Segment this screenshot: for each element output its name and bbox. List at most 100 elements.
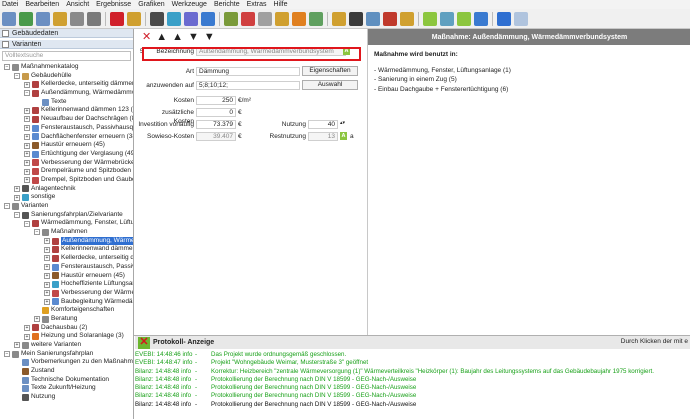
toolbar-button-icon[interactable] [70, 11, 84, 26]
toolbar-button-icon[interactable] [150, 11, 164, 26]
expand-icon[interactable]: + [24, 168, 30, 175]
expand-icon[interactable]: + [44, 290, 50, 297]
nutzung-spinner[interactable]: ▴▾ [340, 119, 345, 128]
sowieso-field[interactable]: 39.407 [196, 132, 236, 141]
tree-item[interactable]: + weitere Varianten [0, 341, 133, 350]
toolbar-button-icon[interactable] [275, 11, 289, 26]
toolbar-button-icon[interactable] [440, 11, 454, 26]
tree-item[interactable]: Vorbemerkungen zu den Maßnahmen [0, 358, 133, 367]
toolbar-button-icon[interactable] [258, 11, 272, 26]
toolbar-button-icon[interactable] [400, 11, 414, 26]
kosten-field[interactable]: 250 [196, 96, 236, 105]
tree-item[interactable]: + Anlagentechnik [0, 185, 133, 194]
collapse-icon[interactable]: − [4, 351, 10, 358]
expand-icon[interactable]: + [24, 151, 30, 158]
tree-item[interactable]: + Hocheffiziente Lüftungsanla [0, 280, 133, 289]
toolbar-button-icon[interactable] [349, 11, 363, 26]
expand-icon[interactable]: + [14, 342, 20, 349]
menu-item-5[interactable]: Werkzeuge [172, 0, 207, 9]
expand-icon[interactable]: + [44, 281, 50, 288]
tree-item[interactable]: Technische Dokumentation [0, 376, 133, 385]
tree-item[interactable]: − Gebäudehülle [0, 72, 133, 81]
move-first-icon[interactable]: ▲ [156, 30, 167, 44]
collapse-icon[interactable]: − [4, 203, 10, 210]
tree-item[interactable]: + Beratung [0, 315, 133, 324]
collapse-icon[interactable]: − [34, 229, 40, 236]
expand-icon[interactable]: + [24, 159, 30, 166]
toolbar-button-icon[interactable] [497, 11, 511, 26]
tree-item[interactable]: + Neuaufbau der Dachschrägen (8) [0, 115, 133, 124]
expand-icon[interactable]: + [24, 125, 30, 132]
menu-item-7[interactable]: Extras [247, 0, 267, 9]
auswahl-button[interactable]: Auswahl [302, 80, 358, 90]
toolbar-button-icon[interactable] [332, 11, 346, 26]
tree-item[interactable]: + Fensteraustausch, Passivhau [0, 263, 133, 272]
toolbar-button-icon[interactable] [19, 11, 33, 26]
toolbar-button-icon[interactable] [224, 11, 238, 26]
usage-item[interactable]: - Wärmedämmung, Fenster, Lüftungsanlage … [374, 66, 511, 75]
nutzung-field[interactable]: 40 [308, 120, 338, 129]
tree-item[interactable]: + Drempel, Spitzboden und Gaube h [0, 176, 133, 185]
tree-item[interactable]: + Fensteraustausch, Passivhausqualitä [0, 124, 133, 133]
menu-item-8[interactable]: Hilfe [273, 0, 287, 9]
expand-icon[interactable]: + [24, 333, 30, 340]
tree-item[interactable]: Komforteigenschaften [0, 306, 133, 315]
fulltext-search-input[interactable]: Volltextsuche [2, 51, 131, 61]
tree-item[interactable]: − Sanierungsfahrplan/Zielvariante [0, 211, 133, 220]
toolbar-button-icon[interactable] [53, 11, 67, 26]
tree-item[interactable]: + Ertüchtigung der Verglasung (49) [0, 150, 133, 159]
tree-item[interactable]: + Drempelräume und Spitzboden hin [0, 167, 133, 176]
tree-item[interactable]: + Kellerdecke, unterseitig däm [0, 254, 133, 263]
tree-item[interactable]: − Maßnahmen [0, 228, 133, 237]
toolbar-button-icon[interactable] [309, 11, 323, 26]
expand-icon[interactable]: + [24, 107, 30, 114]
restnutzung-field[interactable]: 13 [308, 132, 338, 141]
toolbar-button-icon[interactable] [241, 11, 255, 26]
expand-icon[interactable]: + [24, 324, 30, 331]
tree-item[interactable]: + Dachflächenfenster erneuern (38) [0, 133, 133, 142]
expand-icon[interactable]: + [34, 316, 40, 323]
toolbar-button-icon[interactable] [366, 11, 380, 26]
expand-icon[interactable]: + [44, 272, 50, 279]
expand-icon[interactable]: + [44, 298, 50, 305]
collapse-icon[interactable]: − [4, 64, 10, 71]
tree-item[interactable]: + Baubegleitung Wärmedämm [0, 298, 133, 307]
toolbar-button-icon[interactable] [167, 11, 181, 26]
tree-item[interactable]: + Haustür erneuern (45) [0, 272, 133, 281]
delete-icon[interactable]: ✕ [142, 30, 151, 44]
tree-item[interactable]: Nutzung [0, 393, 133, 402]
expand-icon[interactable]: + [24, 81, 30, 88]
expand-icon[interactable]: + [44, 255, 50, 262]
tree-item[interactable]: + Kellerinnenwand dämmen 123 (7) [0, 106, 133, 115]
menu-item-4[interactable]: Grafiken [138, 0, 164, 9]
expand-icon[interactable]: + [24, 177, 30, 184]
tree-item[interactable]: + Dachausbau (2) [0, 324, 133, 333]
tree-item[interactable]: Zustand [0, 367, 133, 376]
collapse-icon[interactable]: − [24, 220, 30, 227]
toolbar-button-icon[interactable] [457, 11, 471, 26]
tree-item[interactable]: + Heizung und Solaranlage (3) [0, 332, 133, 341]
toolbar-button-icon[interactable] [127, 11, 141, 26]
menu-item-2[interactable]: Ansicht [66, 0, 89, 9]
collapse-icon[interactable]: − [14, 212, 20, 219]
anzuwenden-field[interactable]: 5;8;10;12; [196, 81, 300, 90]
tree-item[interactable]: Texte [0, 98, 133, 107]
investition-field[interactable]: 73.379 [196, 120, 236, 129]
tree-item[interactable]: + Außendämmung, Wärmedä [0, 236, 133, 246]
tree-item[interactable]: − Maßnahmenkatalog [0, 63, 133, 72]
tree-item[interactable]: − Mein Sanierungsfahrplan [0, 350, 133, 359]
art-field[interactable]: Dämmung [196, 67, 300, 76]
expand-icon[interactable]: + [24, 116, 30, 123]
tree-item[interactable]: + Kellerinnenwand dämmen [0, 245, 133, 254]
tree-item[interactable]: + Verbesserung der Wärmebr [0, 289, 133, 298]
close-icon[interactable]: ✕ [138, 337, 150, 349]
toolbar-button-icon[interactable] [474, 11, 488, 26]
move-down-icon[interactable]: ▼ [188, 30, 199, 44]
eigenschaften-button[interactable]: Eigenschaften [302, 66, 358, 76]
collapse-icon[interactable]: − [24, 90, 30, 97]
toolbar-button-icon[interactable] [87, 11, 101, 26]
expand-icon[interactable]: + [14, 185, 20, 192]
move-up-icon[interactable]: ▲ [172, 30, 183, 44]
toolbar-button-icon[interactable] [514, 11, 528, 26]
collapse-icon[interactable]: − [14, 73, 20, 80]
